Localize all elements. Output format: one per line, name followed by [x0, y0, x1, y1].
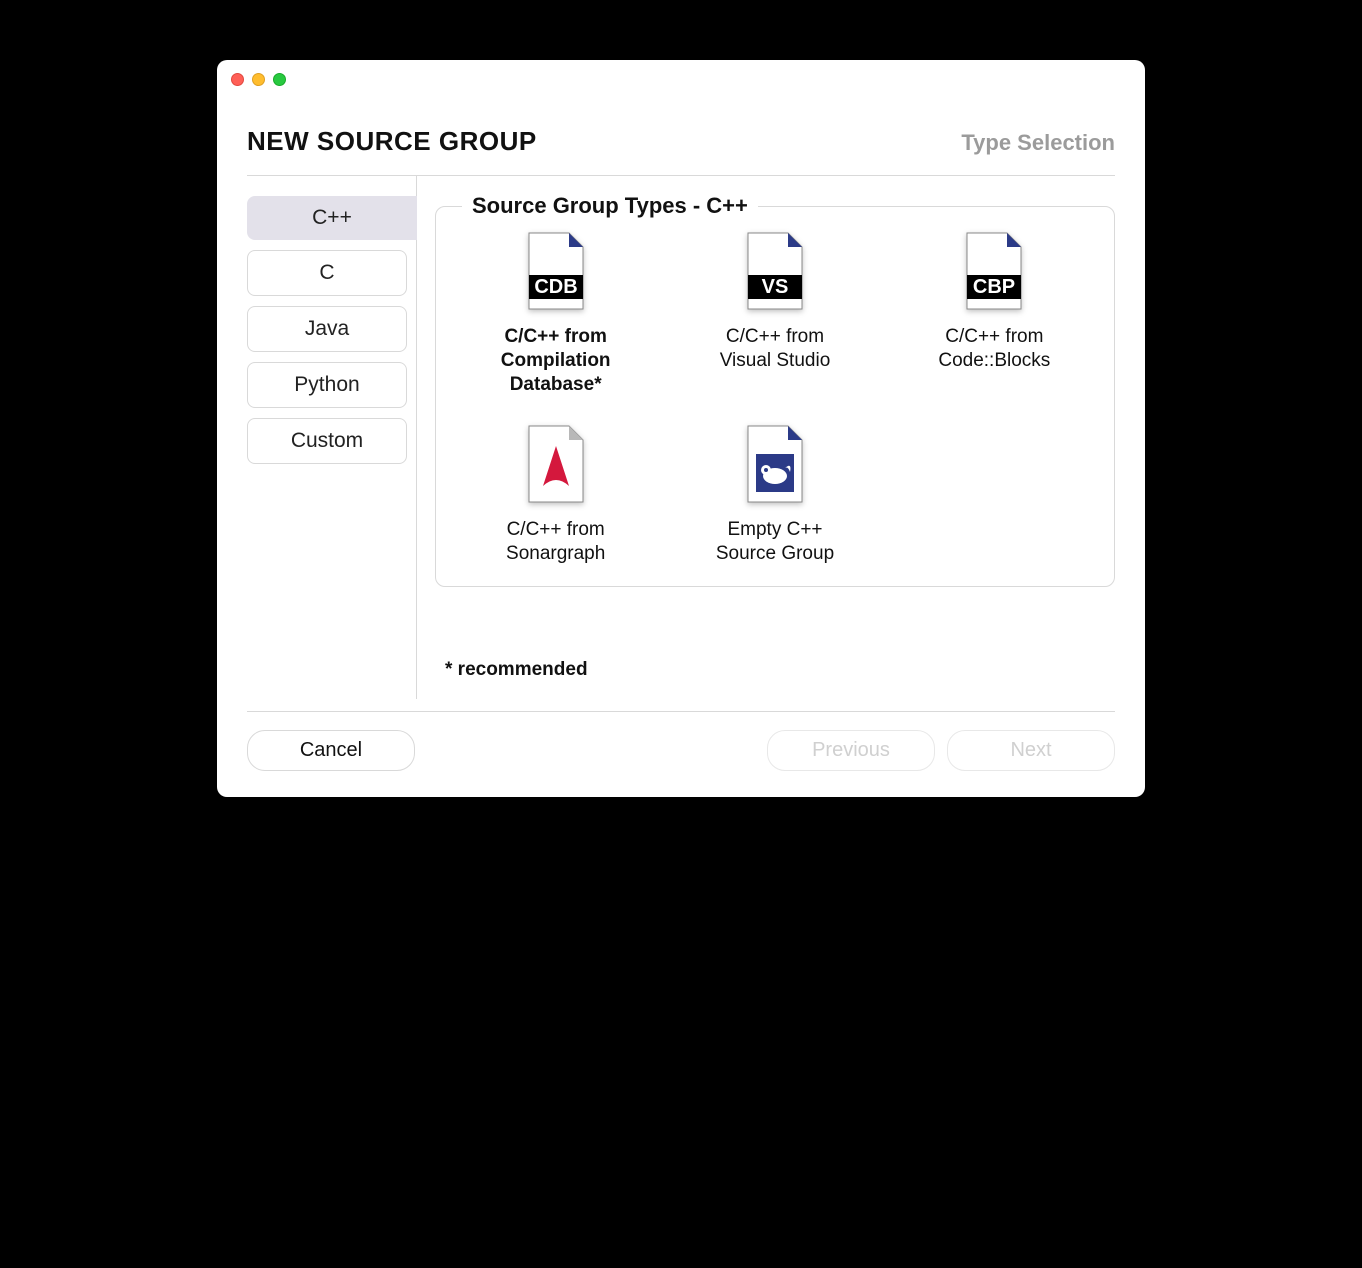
type-item[interactable]: C/C++ from Sonargraph [456, 424, 655, 566]
group-legend: Source Group Types - C++ [462, 193, 758, 219]
minimize-icon[interactable] [252, 73, 265, 86]
previous-button[interactable]: Previous [767, 730, 935, 771]
main: Source Group Types - C++ CDB C/C++ from … [417, 176, 1115, 699]
svg-text:CDB: CDB [534, 276, 577, 298]
page-title: NEW SOURCE GROUP [247, 126, 537, 157]
sidebar-item-python[interactable]: Python [247, 362, 407, 408]
file-icon: CBP [963, 231, 1025, 311]
type-label: C/C++ from Code::Blocks [938, 325, 1050, 373]
header: NEW SOURCE GROUP Type Selection [217, 98, 1145, 175]
sidebar-item-cplusplus[interactable]: C++ [247, 196, 417, 240]
type-label: C/C++ from Compilation Database* [501, 325, 611, 396]
maximize-icon[interactable] [273, 73, 286, 86]
type-item[interactable]: CDB C/C++ from Compilation Database* [456, 231, 655, 396]
type-label: Empty C++ Source Group [716, 518, 834, 566]
svg-text:VS: VS [762, 276, 789, 298]
file-icon [525, 424, 587, 504]
close-icon[interactable] [231, 73, 244, 86]
sidebar-item-java[interactable]: Java [247, 306, 407, 352]
file-icon: CDB [525, 231, 587, 311]
type-label: C/C++ from Sonargraph [506, 518, 605, 566]
type-item[interactable]: CBP C/C++ from Code::Blocks [895, 231, 1094, 396]
types-grid: CDB C/C++ from Compilation Database* VS … [456, 231, 1094, 566]
cancel-button[interactable]: Cancel [247, 730, 415, 771]
next-button[interactable]: Next [947, 730, 1115, 771]
type-group-box: Source Group Types - C++ CDB C/C++ from … [435, 206, 1115, 587]
dialog-window: NEW SOURCE GROUP Type Selection C++ C Java… [217, 60, 1145, 797]
sidebar: C++ C Java Python Custom [247, 176, 417, 699]
sidebar-item-custom[interactable]: Custom [247, 418, 407, 464]
file-icon: VS [744, 231, 806, 311]
type-item[interactable]: VS C/C++ from Visual Studio [675, 231, 874, 396]
footer: Cancel Previous Next [217, 712, 1145, 797]
sidebar-item-c[interactable]: C [247, 250, 407, 296]
type-label: C/C++ from Visual Studio [720, 325, 831, 373]
file-icon [744, 424, 806, 504]
svg-text:CBP: CBP [973, 276, 1015, 298]
titlebar [217, 60, 1145, 98]
recommended-note: * recommended [445, 659, 1115, 681]
type-item[interactable]: Empty C++ Source Group [675, 424, 874, 566]
page-subtitle: Type Selection [961, 130, 1115, 156]
body: C++ C Java Python Custom Source Group Types … [217, 176, 1145, 699]
